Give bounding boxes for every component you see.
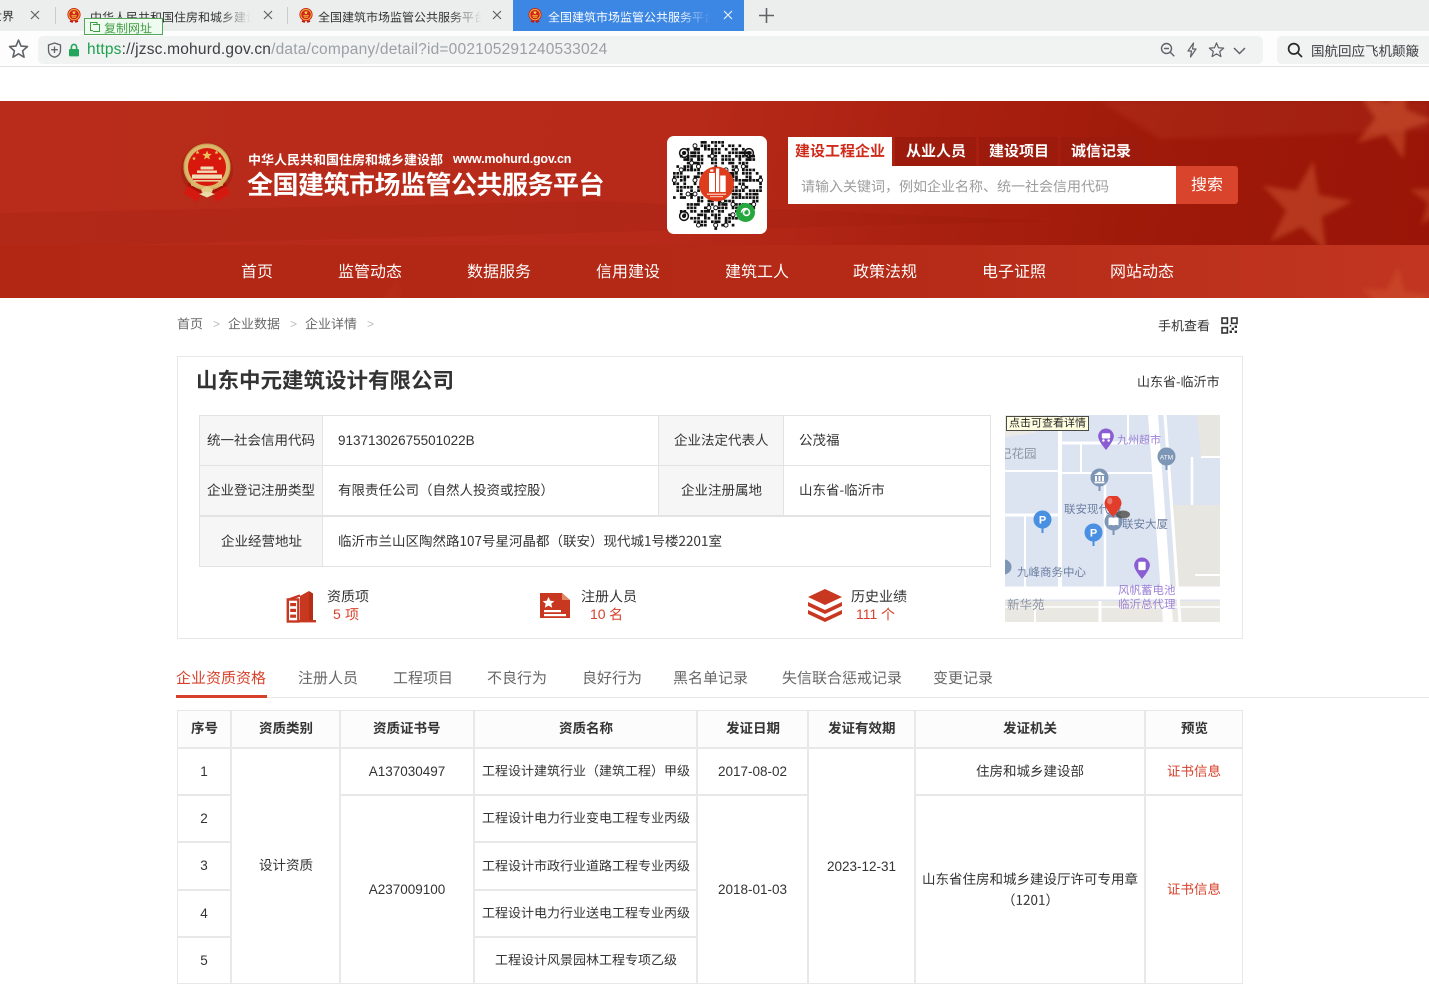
svg-text:P: P [1039,515,1046,527]
svg-text:P: P [1090,528,1097,540]
svg-text:ATM: ATM [1160,455,1173,462]
